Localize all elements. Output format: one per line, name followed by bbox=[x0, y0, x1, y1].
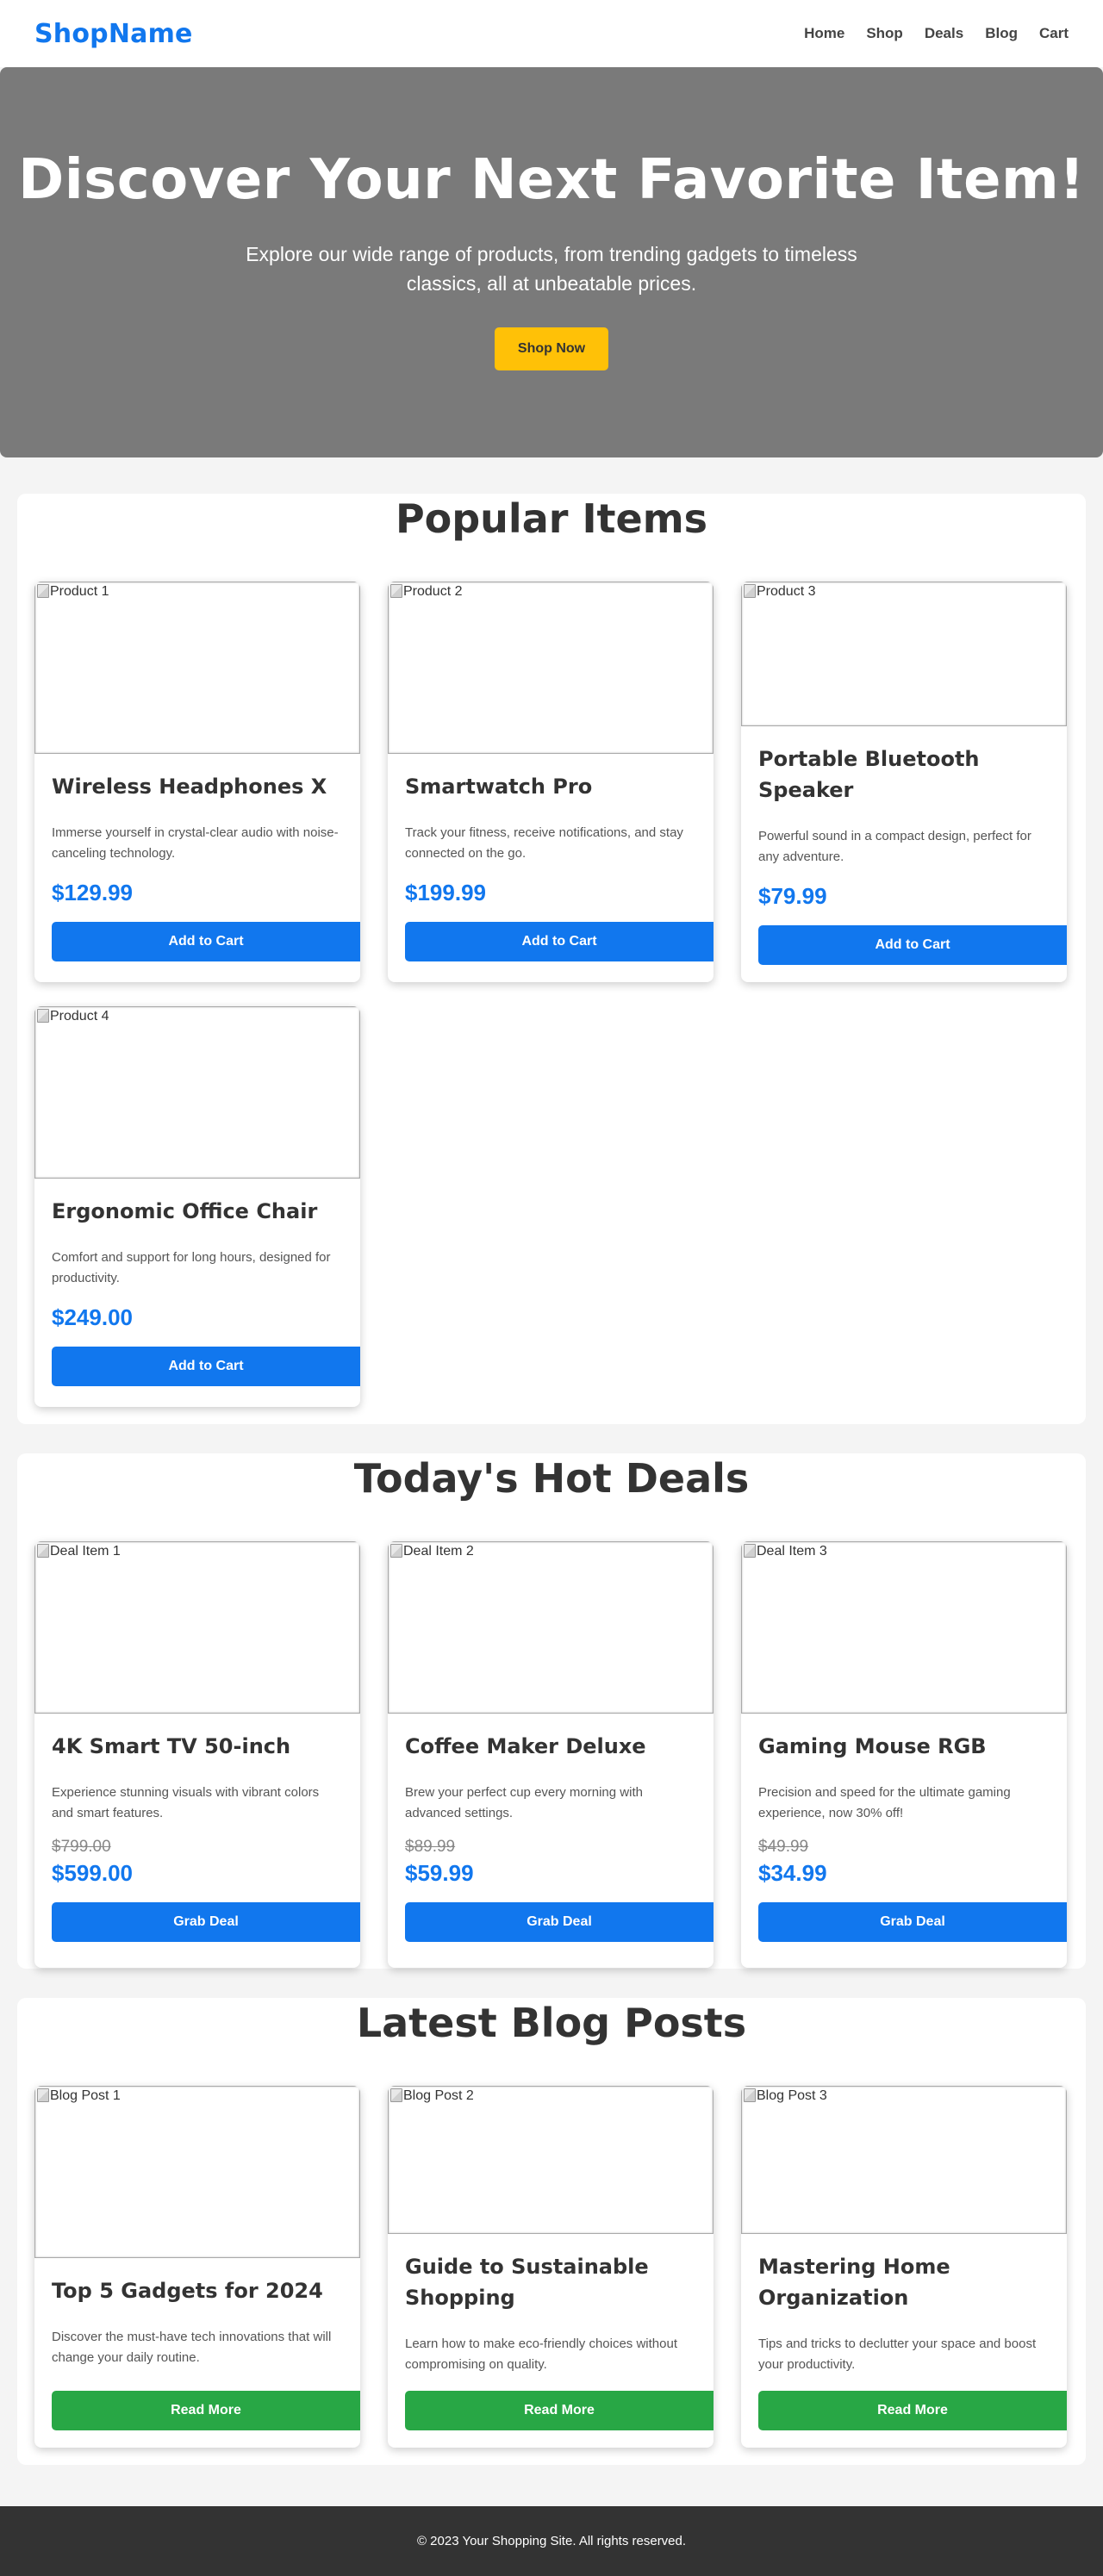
grab-deal-button[interactable]: Grab Deal bbox=[758, 1902, 1067, 1942]
nav-link-cart[interactable]: Cart bbox=[1039, 25, 1069, 42]
grab-deal-button[interactable]: Grab Deal bbox=[52, 1902, 360, 1942]
blog-post-title[interactable]: Mastering Home Organization bbox=[758, 2251, 1067, 2313]
product-image: Product 2 bbox=[388, 582, 714, 754]
blog-post-title[interactable]: Guide to Sustainable Shopping bbox=[405, 2251, 714, 2313]
product-image: Product 4 bbox=[34, 1006, 360, 1179]
original-price: $49.99 bbox=[758, 1838, 809, 1856]
shop-now-button[interactable]: Shop Now bbox=[495, 327, 608, 370]
product-name[interactable]: Smartwatch Pro bbox=[405, 771, 714, 802]
grab-deal-button[interactable]: Grab Deal bbox=[405, 1902, 714, 1942]
product-card: Product 3 Portable Bluetooth Speaker Pow… bbox=[741, 582, 1067, 982]
add-to-cart-button[interactable]: Add to Cart bbox=[52, 922, 360, 961]
deal-description: Brew your perfect cup every morning with… bbox=[405, 1785, 643, 1820]
read-more-button[interactable]: Read More bbox=[52, 2391, 360, 2430]
blog-card: Blog Post 3 Mastering Home Organization … bbox=[741, 2086, 1067, 2448]
product-name[interactable]: Ergonomic Office Chair bbox=[52, 1196, 360, 1227]
blog-image: Blog Post 2 bbox=[388, 2086, 714, 2234]
blog-post-excerpt: Learn how to make eco-friendly choices w… bbox=[405, 2336, 677, 2372]
broken-image-icon bbox=[744, 1544, 756, 1558]
deal-name[interactable]: 4K Smart TV 50-inch bbox=[52, 1731, 360, 1762]
section-title: Latest Blog Posts bbox=[356, 2000, 747, 2046]
deal-price: $34.99 bbox=[758, 1860, 827, 1886]
nav-link-shop[interactable]: Shop bbox=[866, 25, 903, 42]
product-image: Product 3 bbox=[741, 582, 1067, 726]
product-name[interactable]: Portable Bluetooth Speaker bbox=[758, 744, 1067, 806]
hero-banner: Discover Your Next Favorite Item! Explor… bbox=[0, 67, 1103, 457]
deal-image: Deal Item 1 bbox=[34, 1541, 360, 1714]
original-price: $89.99 bbox=[405, 1838, 456, 1856]
hero-subtitle: Explore our wide range of products, from… bbox=[246, 242, 857, 295]
site-footer: © 2023 Your Shopping Site. All rights re… bbox=[0, 2506, 1103, 2576]
deal-image: Deal Item 2 bbox=[388, 1541, 714, 1714]
add-to-cart-button[interactable]: Add to Cart bbox=[405, 922, 714, 961]
section-title: Today's Hot Deals bbox=[353, 1455, 750, 1502]
product-image: Product 1 bbox=[34, 582, 360, 754]
blog-section: Latest Blog Posts Blog Post 1 Top 5 Gadg… bbox=[17, 1998, 1086, 2465]
blog-post-title[interactable]: Top 5 Gadgets for 2024 bbox=[52, 2275, 360, 2306]
site-logo[interactable]: ShopName bbox=[34, 19, 193, 49]
deal-price: $59.99 bbox=[405, 1860, 474, 1886]
original-price: $799.00 bbox=[52, 1838, 111, 1856]
product-description: Powerful sound in a compact design, perf… bbox=[758, 829, 1031, 864]
product-card: Product 2 Smartwatch Pro Track your fitn… bbox=[388, 582, 714, 982]
deal-name[interactable]: Coffee Maker Deluxe bbox=[405, 1731, 714, 1762]
nav-link-blog[interactable]: Blog bbox=[985, 25, 1018, 42]
product-card: Product 4 Ergonomic Office Chair Comfort… bbox=[34, 1006, 360, 1407]
broken-image-icon bbox=[390, 2088, 402, 2102]
nav-link-home[interactable]: Home bbox=[804, 25, 844, 42]
deal-description: Precision and speed for the ultimate gam… bbox=[758, 1785, 1011, 1820]
popular-items-section: Popular Items Product 1 Wireless Headpho… bbox=[17, 494, 1086, 1424]
section-title: Popular Items bbox=[395, 495, 708, 542]
broken-image-icon bbox=[390, 1544, 402, 1558]
product-description: Track your fitness, receive notification… bbox=[405, 825, 683, 861]
hero-title: Discover Your Next Favorite Item! bbox=[18, 147, 1085, 212]
nav-link-deals[interactable]: Deals bbox=[925, 25, 963, 42]
deal-card: Deal Item 2 Coffee Maker Deluxe Brew you… bbox=[388, 1541, 714, 1968]
main-nav: Home Shop Deals Blog Cart bbox=[782, 25, 1069, 42]
blog-image: Blog Post 3 bbox=[741, 2086, 1067, 2234]
add-to-cart-button[interactable]: Add to Cart bbox=[52, 1347, 360, 1386]
deal-card: Deal Item 3 Gaming Mouse RGB Precision a… bbox=[741, 1541, 1067, 1968]
blog-post-excerpt: Discover the must-have tech innovations … bbox=[52, 2330, 332, 2365]
deal-name[interactable]: Gaming Mouse RGB bbox=[758, 1731, 1067, 1762]
deal-card: Deal Item 1 4K Smart TV 50-inch Experien… bbox=[34, 1541, 360, 1968]
product-description: Immerse yourself in crystal-clear audio … bbox=[52, 825, 339, 861]
product-price: $79.99 bbox=[758, 883, 827, 909]
product-description: Comfort and support for long hours, desi… bbox=[52, 1250, 331, 1285]
deal-image: Deal Item 3 bbox=[741, 1541, 1067, 1714]
broken-image-icon bbox=[37, 2088, 49, 2102]
deal-price: $599.00 bbox=[52, 1860, 133, 1886]
deal-description: Experience stunning visuals with vibrant… bbox=[52, 1785, 320, 1820]
broken-image-icon bbox=[37, 1009, 49, 1023]
blog-post-excerpt: Tips and tricks to declutter your space … bbox=[758, 2336, 1037, 2372]
product-name[interactable]: Wireless Headphones X bbox=[52, 771, 360, 802]
broken-image-icon bbox=[390, 584, 402, 598]
product-price: $129.99 bbox=[52, 880, 133, 905]
broken-image-icon bbox=[37, 584, 49, 598]
broken-image-icon bbox=[744, 584, 756, 598]
product-price: $199.99 bbox=[405, 880, 486, 905]
add-to-cart-button[interactable]: Add to Cart bbox=[758, 925, 1067, 965]
blog-image: Blog Post 1 bbox=[34, 2086, 360, 2258]
blog-card: Blog Post 1 Top 5 Gadgets for 2024 Disco… bbox=[34, 2086, 360, 2448]
read-more-button[interactable]: Read More bbox=[405, 2391, 714, 2430]
product-card: Product 1 Wireless Headphones X Immerse … bbox=[34, 582, 360, 982]
copyright-text: © 2023 Your Shopping Site. All rights re… bbox=[416, 2534, 687, 2548]
broken-image-icon bbox=[37, 1544, 49, 1558]
hot-deals-section: Today's Hot Deals Deal Item 1 4K Smart T… bbox=[17, 1453, 1086, 1969]
product-price: $249.00 bbox=[52, 1304, 133, 1330]
blog-card: Blog Post 2 Guide to Sustainable Shoppin… bbox=[388, 2086, 714, 2448]
broken-image-icon bbox=[744, 2088, 756, 2102]
read-more-button[interactable]: Read More bbox=[758, 2391, 1067, 2430]
site-header: ShopName Home Shop Deals Blog Cart bbox=[0, 0, 1103, 67]
